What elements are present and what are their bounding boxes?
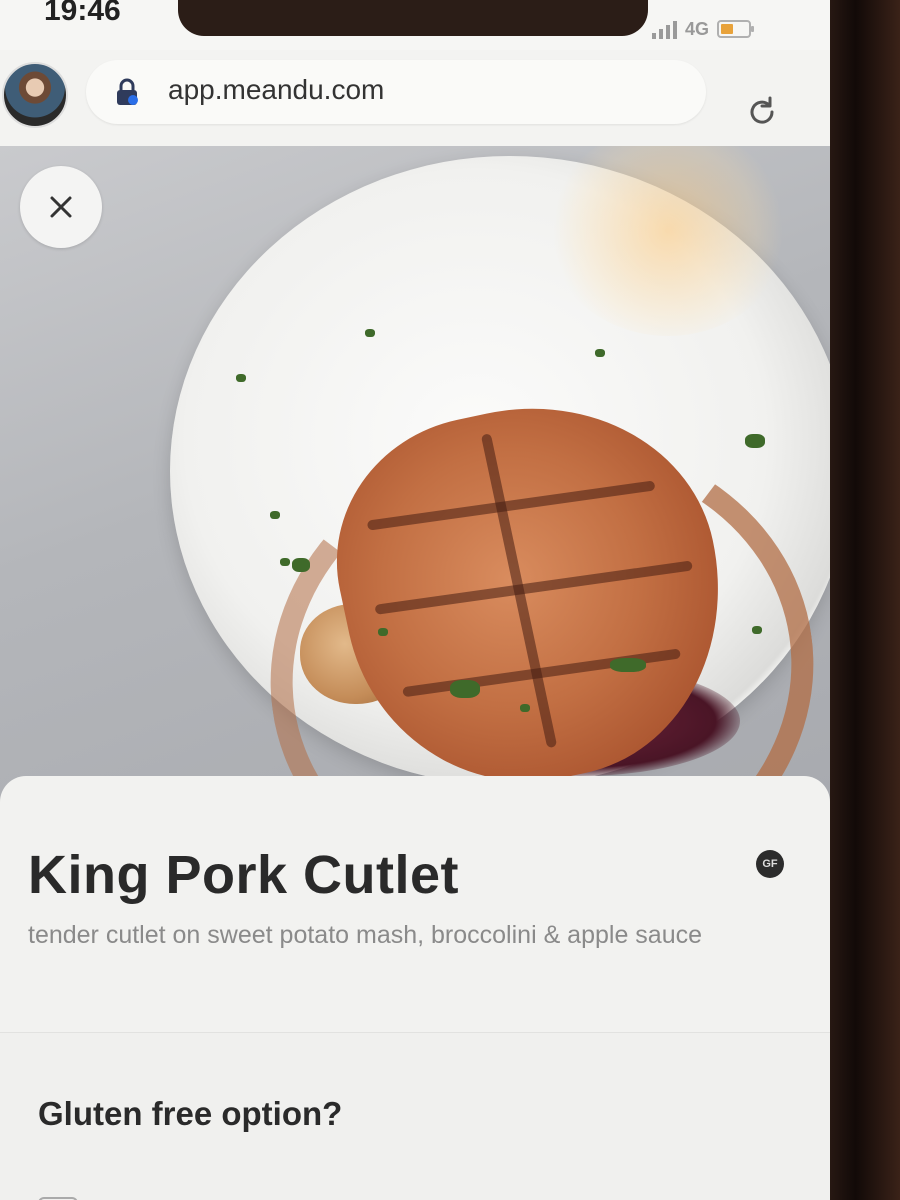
item-description: tender cutlet on sweet potato mash, broc… (28, 921, 703, 949)
network-label: 4G (685, 18, 710, 39)
camera-notch (178, 0, 648, 36)
signal-icon (652, 19, 677, 39)
status-time: 19:46 (44, 0, 121, 27)
option-heading: Gluten free option? (38, 1095, 343, 1132)
close-button[interactable] (20, 166, 102, 248)
reload-icon[interactable] (744, 94, 780, 130)
url-text: app.meandu.com (168, 74, 385, 105)
app-screen: 19:46 4G app.meandu.com King Pork Cutlet… (0, 0, 830, 1200)
lock-icon (117, 78, 138, 105)
status-icons: 4G (652, 16, 755, 42)
browser-toolbar: app.meandu.com (0, 50, 830, 146)
close-icon (50, 196, 72, 218)
avatar[interactable] (2, 62, 68, 128)
battery-icon (717, 20, 755, 38)
address-bar[interactable]: app.meandu.com (86, 60, 706, 124)
item-detail-sheet: King Pork Cutlet GF tender cutlet on swe… (0, 776, 830, 1200)
status-bar: 19:46 4G (0, 0, 830, 50)
options-section: Gluten free option? (0, 1033, 830, 1200)
item-title: King Pork Cutlet (28, 845, 460, 905)
gluten-free-badge: GF (756, 850, 784, 878)
dish-photo (0, 146, 830, 806)
phone-bezel (826, 0, 900, 1200)
